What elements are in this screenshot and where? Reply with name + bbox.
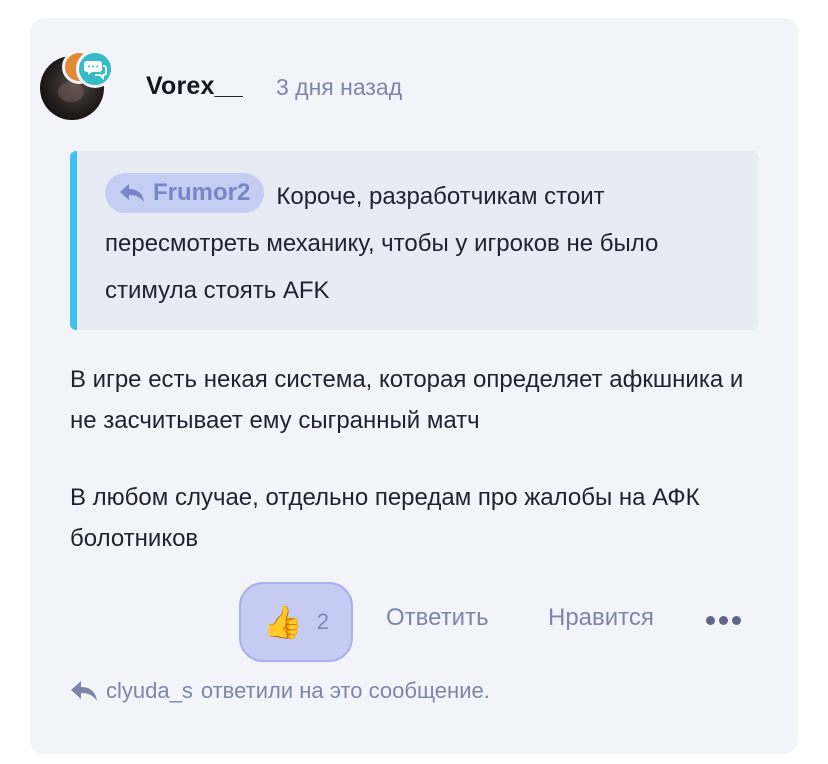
replied-text: ответили на это сообщение. <box>200 678 490 703</box>
replied-user[interactable]: clyuda_s <box>106 678 193 704</box>
author-avatar-group[interactable] <box>40 40 114 120</box>
ellipsis-icon[interactable] <box>706 616 741 625</box>
quote-author-name: Frumor2 <box>153 179 251 206</box>
quote-body: Frumor2 Короче, разработчикам стоит пере… <box>105 173 745 314</box>
dot <box>706 616 715 625</box>
thumbs-up-icon: 👍 <box>262 604 303 640</box>
dot <box>719 616 728 625</box>
quote-author-chip[interactable]: Frumor2 <box>105 173 265 213</box>
dot <box>732 616 741 625</box>
chat-bubbles-icon <box>76 50 114 88</box>
reply-arrow-icon <box>71 681 97 701</box>
post-timestamp[interactable]: 3 дня назад <box>276 74 402 101</box>
reply-button[interactable]: Ответить <box>386 604 489 632</box>
reply-arrow-icon <box>120 184 144 202</box>
like-button[interactable]: Нравится <box>548 604 654 632</box>
message-paragraph: В любом случае, отдельно передам про жал… <box>70 484 700 552</box>
reaction-count: 2 <box>316 609 330 634</box>
replies-notice[interactable]: clyuda_s ответили на это сообщение. <box>70 678 490 704</box>
reaction-button[interactable]: 👍 2 <box>239 582 353 662</box>
message-paragraph: В игре есть некая система, которая опред… <box>70 366 744 434</box>
author-username[interactable]: Vorex__ <box>146 72 243 101</box>
quoted-message[interactable]: Frumor2 Короче, разработчикам стоит пере… <box>70 151 758 330</box>
